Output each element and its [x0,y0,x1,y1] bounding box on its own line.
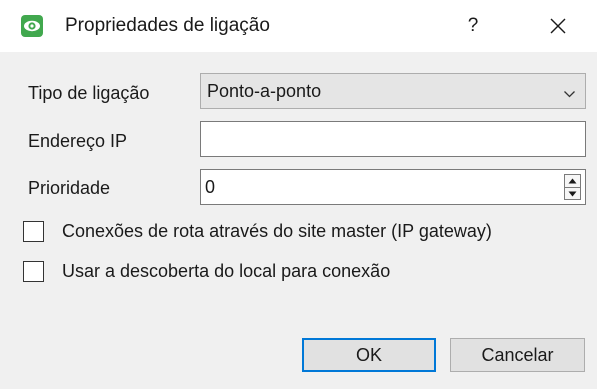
route-via-master-label: Conexões de rota através do site master … [62,221,492,241]
eye-icon [21,15,43,37]
priority-label: Prioridade [28,178,111,198]
chevron-down-icon [563,86,576,104]
cancel-button[interactable]: Cancelar [450,338,585,372]
spin-down-button[interactable] [565,187,580,200]
dialog-body: Tipo de ligação Ponto-a-ponto Endereço I… [0,52,597,389]
connection-type-value: Ponto-a-ponto [207,81,322,101]
close-button[interactable] [541,10,575,42]
help-button[interactable]: ? [458,10,488,42]
priority-value: 0 [205,177,216,197]
priority-spinbox[interactable]: 0 [200,169,586,205]
dialog-title: Propriedades de ligação [65,15,270,36]
triangle-up-icon [568,178,577,184]
connection-type-label: Tipo de ligação [28,83,150,103]
ok-button[interactable]: OK [302,338,436,372]
connection-type-select[interactable]: Ponto-a-ponto [200,73,586,109]
ip-address-input[interactable] [200,121,586,157]
triangle-down-icon [568,191,577,197]
site-discovery-label: Usar a descoberta do local para conexão [62,261,391,281]
spin-up-button[interactable] [565,175,580,187]
close-icon [550,18,566,34]
ip-address-label: Endereço IP [28,131,128,151]
route-via-master-checkbox[interactable] [23,221,44,242]
priority-stepper [564,174,581,200]
connection-properties-dialog: Propriedades de ligação ? Tipo de ligaçã… [0,0,597,389]
title-bar: Propriedades de ligação ? [0,0,597,52]
site-discovery-checkbox[interactable] [23,261,44,282]
